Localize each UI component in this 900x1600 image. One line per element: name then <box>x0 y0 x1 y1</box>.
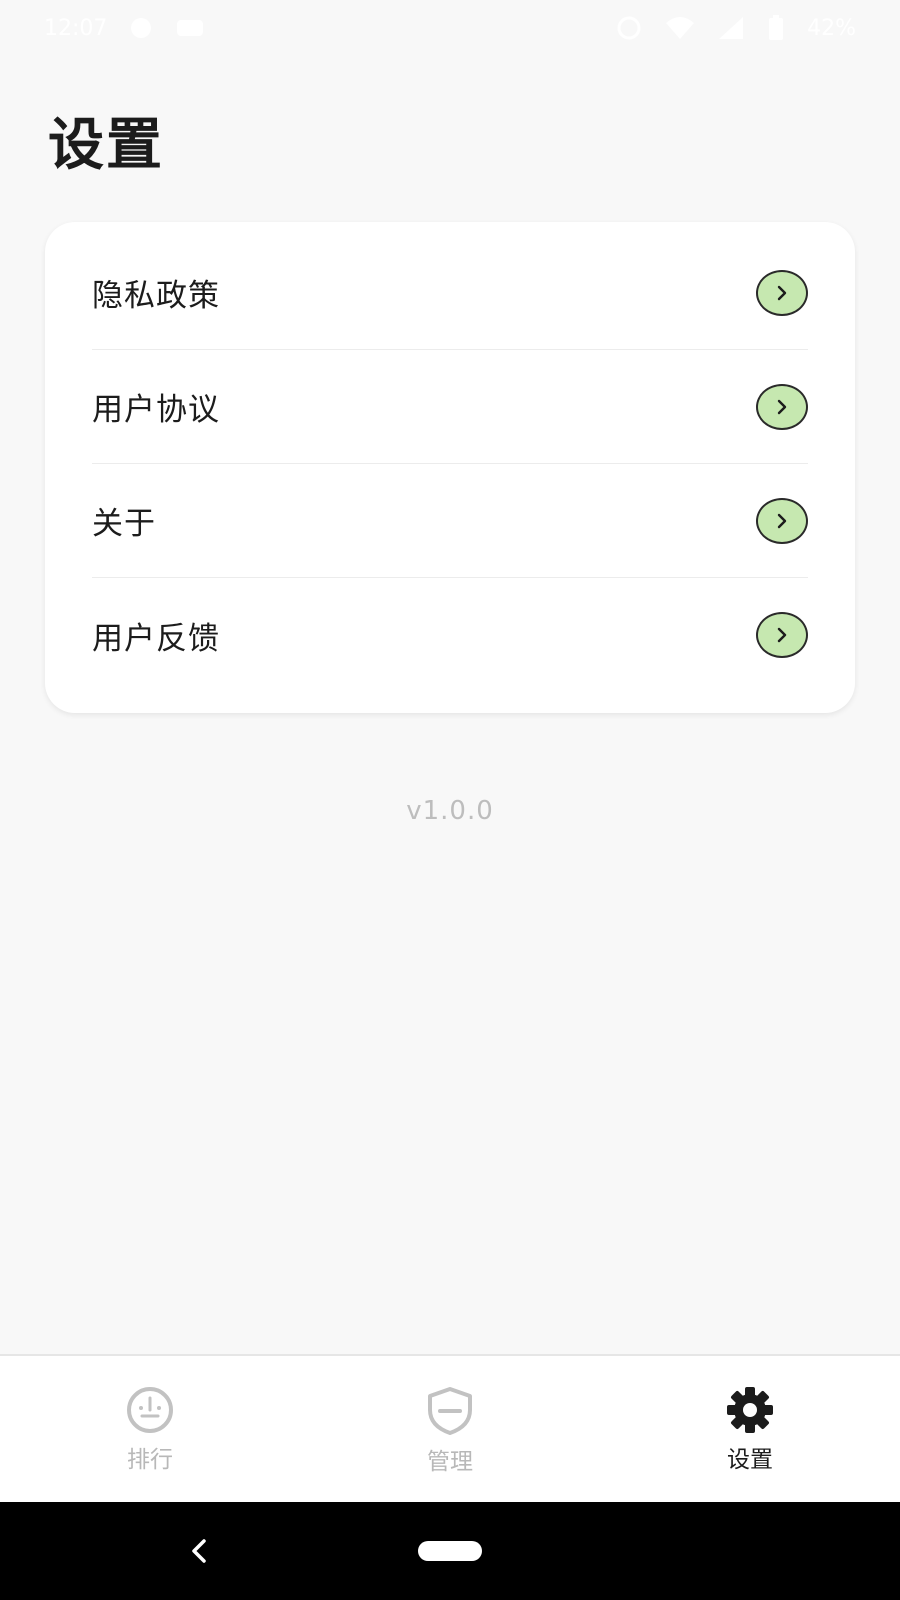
status-right: 42% <box>615 14 856 42</box>
sync-icon <box>617 16 641 40</box>
settings-item-user-agreement[interactable]: 用户协议 <box>92 350 808 464</box>
notification-icon <box>177 20 204 36</box>
gauge-icon <box>127 1387 173 1433</box>
nav-label: 排行 <box>127 1447 173 1473</box>
chevron-right-icon[interactable] <box>756 269 808 316</box>
nav-tab-settings[interactable]: 设置 <box>600 1356 900 1502</box>
home-pill[interactable] <box>418 1541 482 1561</box>
system-nav-bar <box>0 1502 900 1600</box>
settings-item-label: 用户协议 <box>92 392 220 428</box>
settings-item-about[interactable]: 关于 <box>92 464 808 578</box>
settings-item-label: 关于 <box>92 506 156 542</box>
settings-item-label: 用户反馈 <box>92 620 220 657</box>
chevron-right-icon[interactable] <box>756 383 808 430</box>
battery-icon <box>769 15 784 40</box>
back-icon[interactable] <box>186 1536 214 1566</box>
shield-icon <box>428 1387 472 1435</box>
settings-card: 隐私政策 用户协议 关于 用户反馈 <box>45 222 855 713</box>
notification-dot-icon <box>131 18 152 38</box>
page-title: 设置 <box>48 113 164 178</box>
status-bar: 12:07 42% <box>0 0 900 56</box>
gear-icon <box>727 1387 773 1433</box>
version-text: v1.0.0 <box>406 796 494 826</box>
chevron-right-icon[interactable] <box>756 497 808 544</box>
settings-item-feedback[interactable]: 用户反馈 <box>92 578 808 692</box>
wifi-icon <box>666 17 695 39</box>
settings-item-privacy-policy[interactable]: 隐私政策 <box>92 236 808 350</box>
nav-tab-manage[interactable]: 管理 <box>300 1356 600 1502</box>
settings-item-label: 隐私政策 <box>92 278 220 314</box>
bottom-nav: 排行 管理 设置 <box>0 1354 900 1502</box>
status-time: 12:07 <box>44 15 108 41</box>
signal-icon <box>719 17 744 39</box>
status-left: 12:07 <box>44 16 205 41</box>
nav-label: 设置 <box>727 1447 773 1473</box>
nav-label: 管理 <box>427 1449 473 1475</box>
battery-percent: 42% <box>807 15 856 41</box>
chevron-right-icon[interactable] <box>756 612 808 658</box>
nav-tab-ranking[interactable]: 排行 <box>0 1356 300 1502</box>
